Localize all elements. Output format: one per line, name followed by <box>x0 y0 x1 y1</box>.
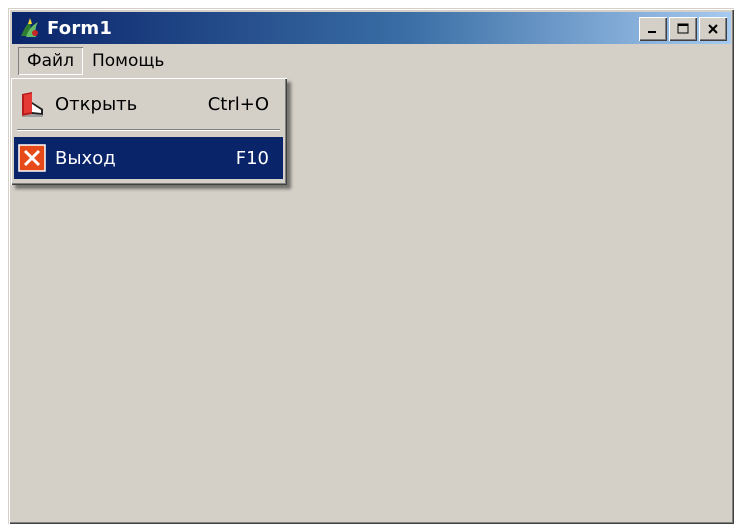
file-dropdown-menu: Открыть Ctrl+O Выход F10 <box>11 78 287 185</box>
menu-item-exit[interactable]: Выход F10 <box>14 137 283 179</box>
title-bar[interactable]: Form1 <box>12 12 731 44</box>
delphi-app-icon[interactable] <box>17 15 43 41</box>
menu-help[interactable]: Помощь <box>83 47 173 75</box>
minimize-icon <box>648 31 656 33</box>
menu-bar: Файл Помощь <box>12 46 731 76</box>
menu-item-exit-shortcut: F10 <box>235 147 269 169</box>
menu-item-open[interactable]: Открыть Ctrl+O <box>14 83 283 125</box>
menu-file[interactable]: Файл <box>18 47 83 75</box>
minimize-button[interactable] <box>639 17 667 41</box>
close-icon <box>708 24 718 34</box>
close-button[interactable] <box>699 17 727 41</box>
maximize-button[interactable] <box>669 17 697 41</box>
window-title: Form1 <box>47 17 113 39</box>
exit-x-icon <box>17 143 47 173</box>
menu-item-open-shortcut: Ctrl+O <box>207 93 269 115</box>
menu-separator <box>17 129 280 131</box>
open-book-icon <box>17 89 47 119</box>
menu-item-exit-label: Выход <box>55 147 116 169</box>
caption-buttons <box>639 17 727 41</box>
menu-item-open-label: Открыть <box>55 93 138 115</box>
maximize-icon <box>677 23 689 34</box>
